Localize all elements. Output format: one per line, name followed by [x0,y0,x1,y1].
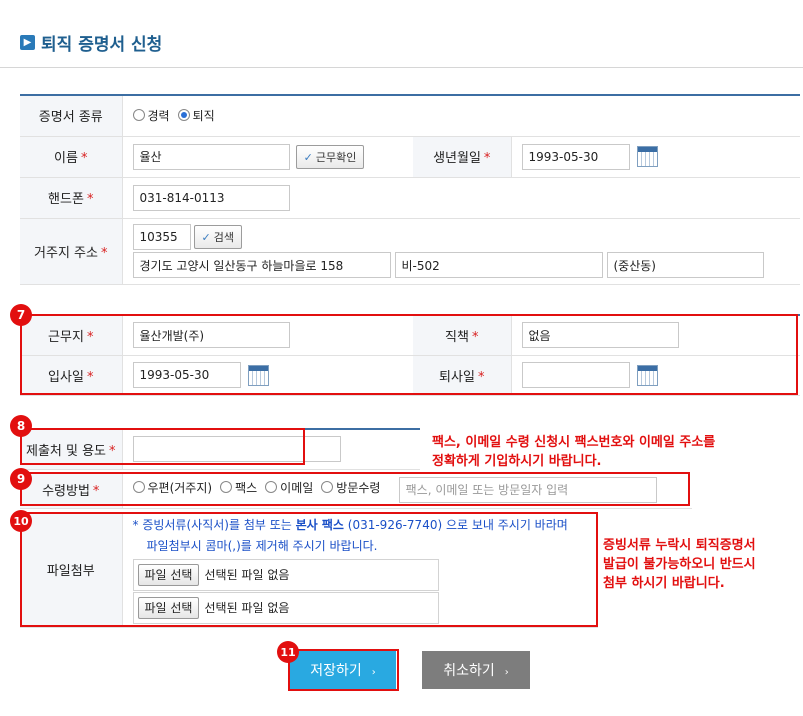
file-upload-2: 파일 선택 선택된 파일 없음 [132,591,439,624]
radio-icon [132,481,145,494]
file-attach-hint-2: 파일첨부시 콤마(,)를 제거해 주시기 바랍니다. [146,538,378,553]
check-icon: ✓ [201,231,211,244]
verify-employment-button[interactable]: ✓ 근무확인 [295,144,365,169]
receipt-method-radio-group: 우편(거주지) 팩스 이메일 방문수령 [132,479,380,496]
address-search-button[interactable]: ✓ 검색 [193,225,242,249]
page-title: 퇴직 증명서 신청 [41,34,163,55]
radio-label: 방문수령 [336,480,381,495]
fax-email-notice: 팩스, 이메일 수령 신청시 팩스번호와 이메일 주소를 정확하게 기입하시기 … [432,435,716,469]
page-header: ▶ 퇴직 증명서 신청 [20,30,163,55]
radio-label: 퇴직 [192,108,215,123]
file-select-button-1[interactable]: 파일 선택 [137,563,200,586]
cert-type-option-retirement[interactable]: 퇴직 [177,107,215,124]
radio-label: 팩스 [235,480,258,495]
file-select-button-2[interactable]: 파일 선택 [137,596,200,619]
radio-label: 경력 [147,108,170,123]
name-input[interactable] [132,143,290,170]
step-badge-8: 8 [10,415,32,437]
radio-icon [321,481,334,494]
radio-label: 이메일 [280,480,314,495]
step-badge-9: 9 [10,468,32,490]
purpose-input[interactable] [132,436,341,463]
file-status-2: 선택된 파일 없음 [204,601,290,616]
name-label: 이름 * [20,136,123,178]
receipt-detail-input[interactable] [398,476,657,503]
method-option-email[interactable]: 이메일 [265,479,313,496]
attachment-notice: 증빙서류 누락시 퇴직증명서 발급이 불가능하오니 반드시 첨부 하시기 바랍니… [603,538,756,591]
file-status-1: 선택된 파일 없음 [204,568,290,583]
method-option-visit[interactable]: 방문수령 [321,479,380,496]
method-option-post[interactable]: 우편(거주지) [132,479,213,496]
radio-icon [220,481,233,494]
workplace-input[interactable] [132,322,290,349]
file-attach-table: 파일첨부 * 증빙서류(사직서)를 첨부 또는 본사 팩스 (031-926-7… [20,512,598,628]
arrow-right-icon: › [504,667,509,678]
address-line2-input[interactable] [394,252,603,278]
method-option-fax[interactable]: 팩스 [220,479,257,496]
join-date-input[interactable] [132,362,241,388]
personal-info-table: 증명서 종류 경력 퇴직 이름* ✓근무확인 생년월일* 핸드폰* 거주지 주소… [20,94,801,285]
calendar-icon[interactable] [636,146,658,167]
radio-icon [132,109,145,121]
cert-type-radio-group: 경력 퇴직 [132,107,215,124]
header-divider [0,67,803,68]
check-icon: ✓ [303,150,313,164]
file-attach-label: 파일첨부 [20,512,123,628]
radio-label: 우편(거주지) [147,480,213,495]
step-badge-10: 10 [10,510,32,532]
radio-icon [265,481,278,494]
cert-type-label: 증명서 종류 [20,95,123,137]
position-label: 직책 * [413,315,512,356]
radio-checked-icon [177,109,190,121]
address-line1-input[interactable] [132,252,391,278]
workplace-label: 근무지 * [20,315,123,356]
birth-date-label: 생년월일 * [413,136,512,178]
title-marker-icon: ▶ [20,34,35,50]
leave-date-input[interactable] [521,362,630,388]
birth-date-input[interactable] [521,143,630,170]
phone-label: 핸드폰 * [20,177,123,219]
step-badge-7: 7 [10,304,32,326]
phone-input[interactable] [132,184,290,211]
receipt-method-label: 수령방법 * [20,472,123,509]
zip-code-input[interactable] [132,224,191,250]
employment-info-table: 근무지* 직책* 입사일* 퇴사일* [20,314,800,396]
step-badge-11: 11 [277,641,299,663]
cancel-button[interactable]: 취소하기 › [422,651,530,689]
address-line3-input[interactable] [606,252,764,278]
position-input[interactable] [521,322,679,349]
leave-date-label: 퇴사일 * [413,355,512,396]
file-upload-1: 파일 선택 선택된 파일 없음 [132,558,439,591]
cert-type-option-career[interactable]: 경력 [132,107,170,124]
file-attach-hint: * 증빙서류(사직서)를 첨부 또는 본사 팩스 (031-926-7740) … [132,517,568,532]
purpose-label: 제출처 및 용도 * [20,429,123,470]
arrow-right-icon: › [371,667,376,678]
receipt-method-table: 수령방법 * 우편(거주지) 팩스 이메일 방문수령 [20,472,692,509]
address-label: 거주지 주소 * [20,218,123,285]
purpose-table: 제출처 및 용도 * [20,428,420,470]
save-button[interactable]: 저장하기 › [290,651,396,689]
calendar-icon[interactable] [636,364,658,386]
join-date-label: 입사일 * [20,355,123,396]
calendar-icon[interactable] [247,364,269,386]
